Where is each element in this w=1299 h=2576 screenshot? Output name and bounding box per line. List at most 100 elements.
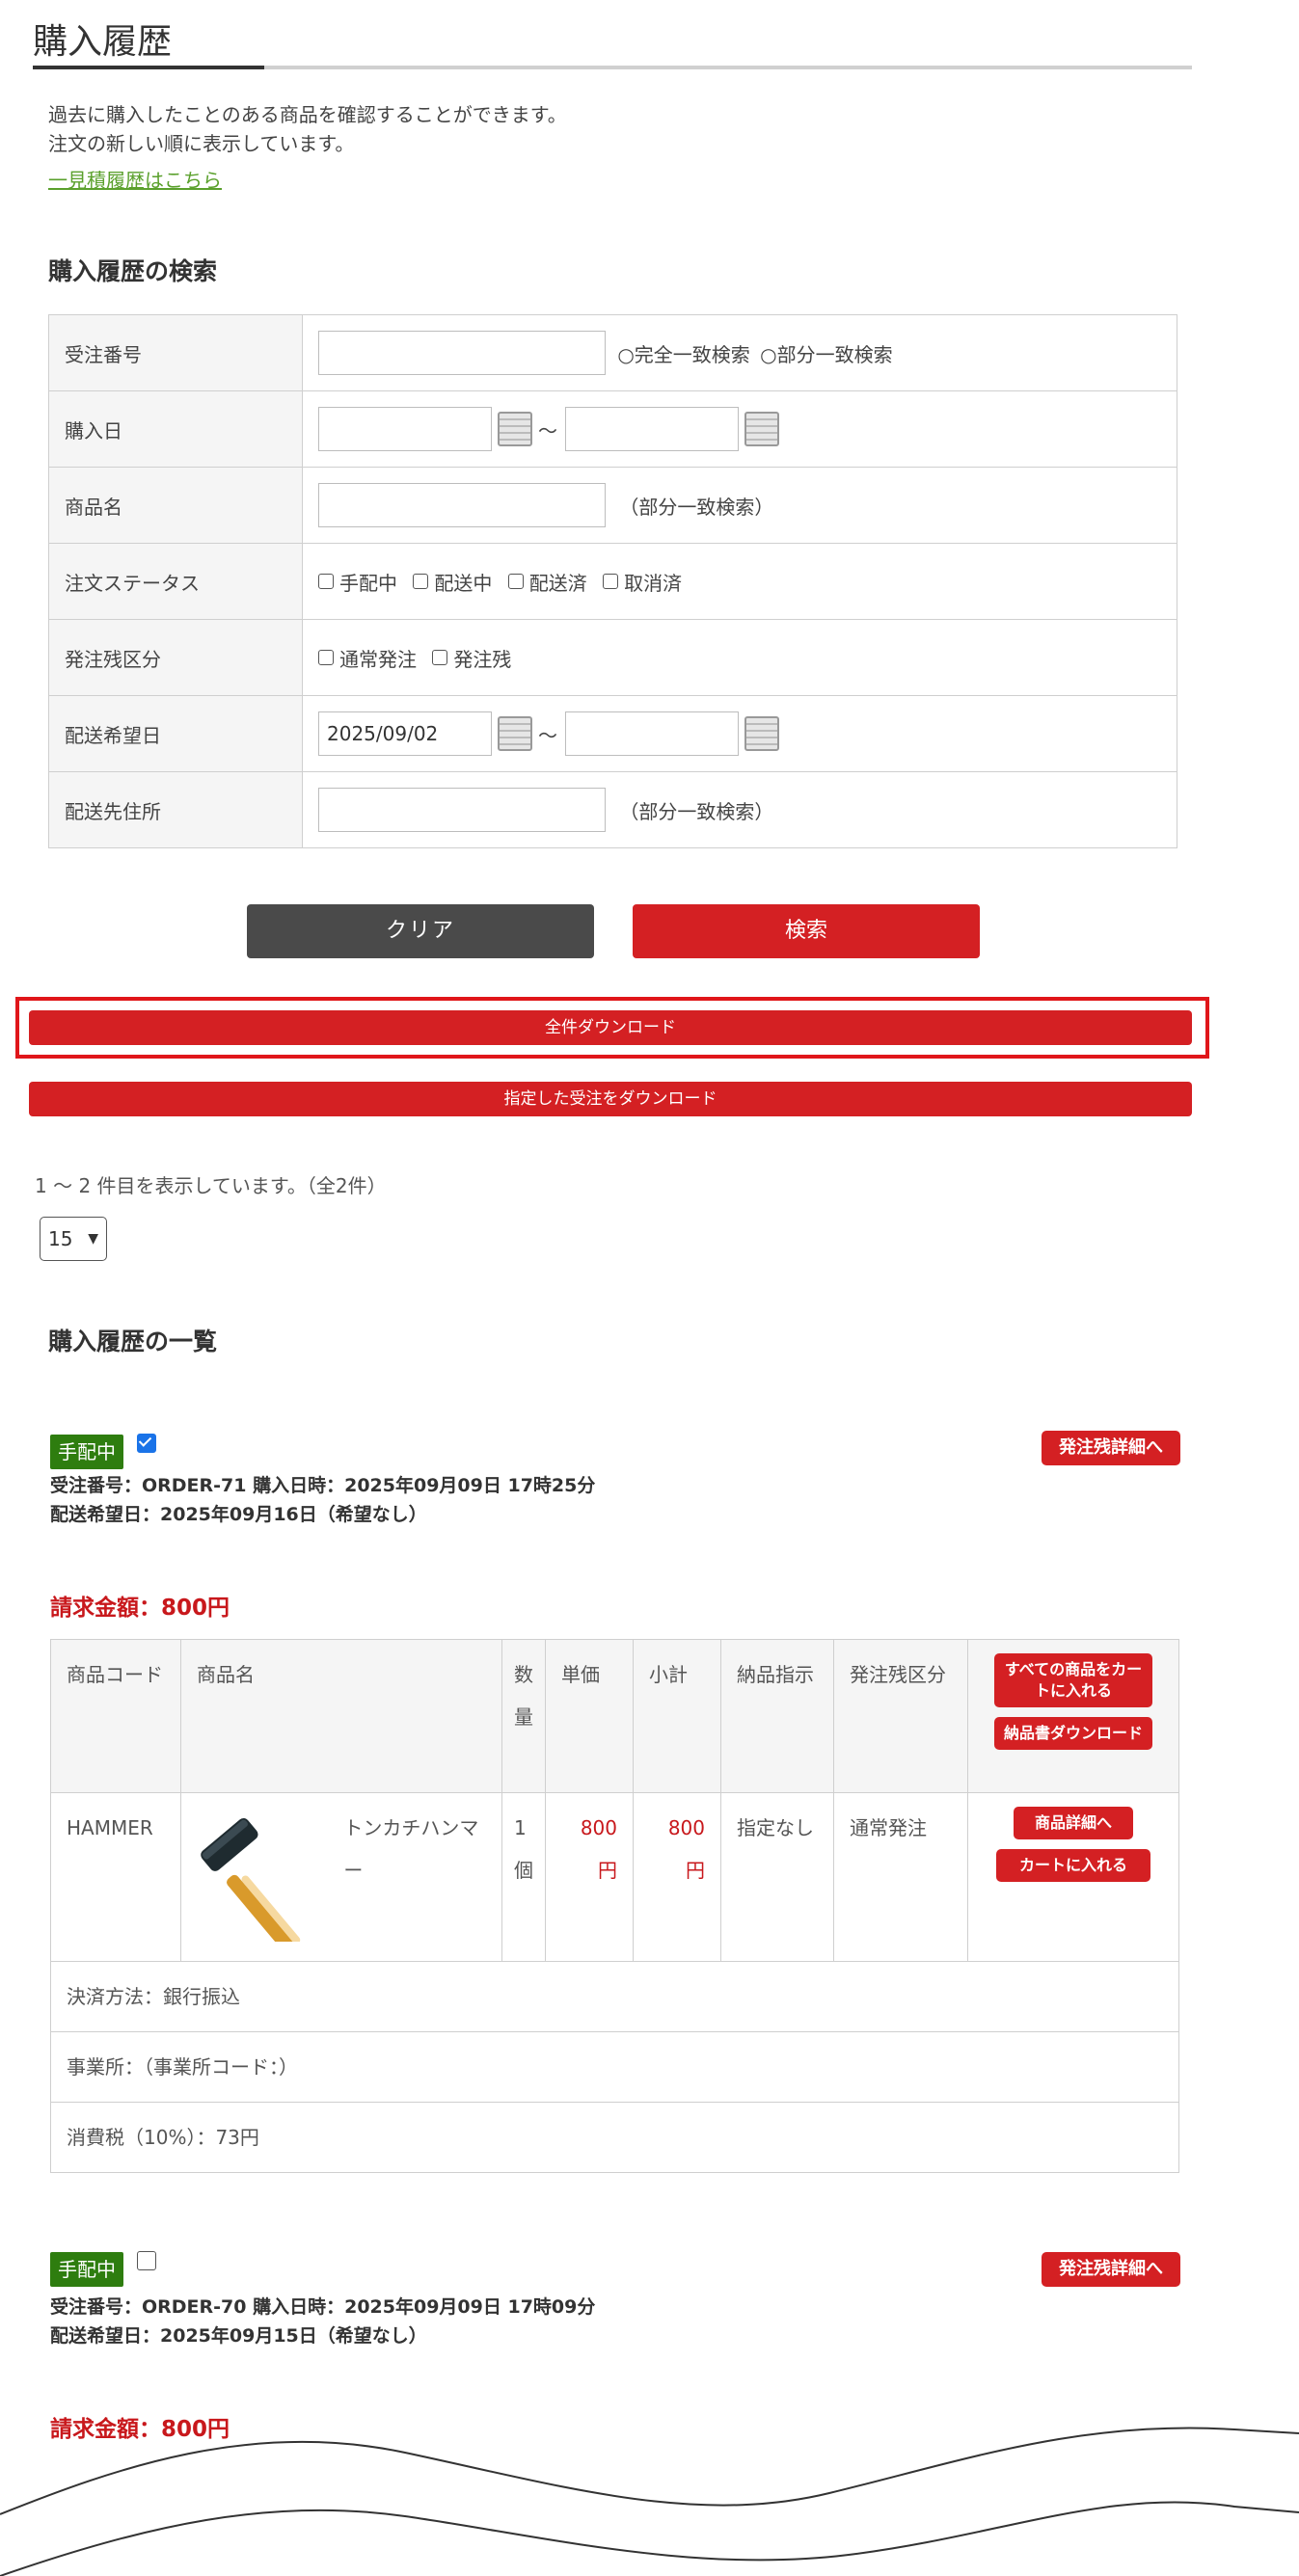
backorder-type-label: 発注残区分 [48,619,303,696]
status-shipping-label: 配送中 [434,571,493,595]
tax-row: 消費税（10%）：73円 [50,2102,1179,2173]
product-name-input[interactable] [318,483,606,527]
search-form: 受注番号 ○完全一致検索 ○部分一致検索 購入日 ～ 商品名 （部分一致検索） … [48,314,1177,848]
office-row: 事業所：（事業所コード：） [50,2031,1179,2103]
hammer-product-image[interactable] [197,1807,332,1942]
consumption-tax: 消費税（10%）：73円 [50,2102,1179,2173]
item-code: HAMMER [50,1792,181,1962]
table-header-row: 商品コード 商品名 数量 単価 小計 納品指示 発注残区分 すべての商品をカート… [50,1639,1179,1793]
per-page-value: 15 [48,1227,73,1250]
status-badge: 手配中 [50,2252,123,2287]
purchase-date-label: 購入日 [48,390,303,468]
calendar-icon[interactable] [498,412,532,446]
delivery-date-from-input[interactable]: 2025/09/02 [318,711,492,756]
backorder-label: 発注残 [453,647,512,671]
order-number-line: 受注番号：ORDER-70 購入日時：2025年09月09日 17時09分 [50,2296,596,2318]
purchase-date-to-input[interactable] [565,407,739,451]
chevron-down-icon: ▼ [88,1231,98,1247]
order-status-label: 注文ステータス [48,543,303,620]
delivery-date-line: 配送希望日：2025年09月15日（希望なし） [50,2325,427,2347]
search-button[interactable]: 検索 [633,904,980,958]
product-detail-button[interactable]: 商品詳細へ [1014,1807,1133,1839]
wavy-crop-divider [0,2427,1299,2576]
estimate-history-link[interactable]: 一見積履歴はこちら [48,166,567,195]
order-number-label: 受注番号 [48,314,303,391]
download-all-button[interactable]: 全件ダウンロード [29,1010,1192,1045]
download-selected-button[interactable]: 指定した受注をダウンロード [29,1082,1192,1116]
calendar-icon[interactable] [744,412,779,446]
add-all-to-cart-button[interactable]: すべての商品をカートに入れる [994,1653,1152,1707]
col-product-code: 商品コード [50,1639,181,1793]
search-heading: 購入履歴の検索 [48,257,218,285]
range-tilde: ～ [538,723,557,747]
office-info: 事業所：（事業所コード：） [50,2031,1179,2103]
intro-line-2: 注文の新しい順に表示しています。 [48,132,355,155]
item-subtotal: 800円 [633,1792,721,1962]
status-delivered-checkbox[interactable] [507,574,524,589]
item-backorder-type: 通常発注 [833,1792,968,1962]
payment-row: 決済方法：銀行振込 [50,1961,1179,2032]
order-number-input[interactable] [318,331,606,375]
intro-text: 過去に購入したことのある商品を確認することができます。 注文の新しい順に表示して… [48,100,567,195]
order-number-line: 受注番号：ORDER-71 購入日時：2025年09月09日 17時25分 [50,1475,596,1496]
search-row-address: 配送先住所 （部分一致検索） [48,771,1177,848]
delivery-date-label: 配送希望日 [48,695,303,772]
address-input[interactable] [318,788,606,832]
status-badge: 手配中 [50,1435,123,1469]
status-cancelled-label: 取消済 [624,571,683,595]
order-select-checkbox[interactable] [137,1433,156,1453]
calendar-icon[interactable] [498,716,532,751]
calendar-icon[interactable] [744,716,779,751]
search-row-product-name: 商品名 （部分一致検索） [48,467,1177,544]
search-row-delivery-date: 配送希望日 2025/09/02 ～ [48,695,1177,772]
item-quantity: 1個 [501,1792,546,1962]
checkbox-empty-icon [137,2250,156,2270]
result-count: 1 ～ 2 件目を表示しています。（全2件） [35,1174,387,1197]
page-title: 購入履歴 [33,22,173,62]
search-row-backorder: 発注残区分 通常発注 発注残 [48,619,1177,696]
billing-amount: 請求金額：800円 [50,1596,230,1621]
table-row: HAMMER トンカチハンマー 1個 800円 800円 指定なし 通常発注 商… [50,1792,1179,1962]
list-heading: 購入履歴の一覧 [48,1328,218,1355]
search-row-purchase-date: 購入日 ～ [48,390,1177,468]
clear-button[interactable]: クリア [247,904,594,958]
col-product-name: 商品名 [180,1639,502,1793]
col-quantity: 数量 [501,1639,546,1793]
status-shipping-checkbox[interactable] [413,574,429,589]
purchase-date-from-input[interactable] [318,407,492,451]
row-actions: 商品詳細へ カートに入れる [967,1792,1179,1962]
order-select-checkbox[interactable] [137,2250,156,2270]
col-subtotal: 小計 [633,1639,721,1793]
backorder-detail-button[interactable]: 発注残詳細へ [1042,2252,1180,2287]
backorder-detail-button[interactable]: 発注残詳細へ [1042,1431,1180,1465]
delivery-date-to-input[interactable] [565,711,739,756]
checkbox-checked-icon [137,1433,156,1453]
payment-method: 決済方法：銀行振込 [50,1961,1179,2032]
item-name: トンカチハンマー [343,1816,479,1882]
order-meta: 受注番号：ORDER-70 購入日時：2025年09月09日 17時09分 配送… [50,2293,595,2350]
status-arranging-label: 手配中 [339,571,397,595]
order-meta: 受注番号：ORDER-71 購入日時：2025年09月09日 17時25分 配送… [50,1471,595,1529]
search-row-status: 注文ステータス 手配中 配送中 配送済 取消済 [48,543,1177,620]
status-cancelled-checkbox[interactable] [603,574,619,589]
item-delivery-instruction: 指定なし [720,1792,834,1962]
partial-match-radio[interactable]: ○部分一致検索 [760,343,892,366]
status-arranging-checkbox[interactable] [318,574,334,589]
range-tilde: ～ [538,418,557,443]
header-actions: すべての商品をカートに入れる 納品書ダウンロード [967,1639,1179,1793]
item-name-cell: トンカチハンマー [180,1792,502,1962]
title-divider-accent [33,66,264,69]
per-page-select[interactable]: 15 ▼ [40,1217,107,1261]
invoice-download-button[interactable]: 納品書ダウンロード [994,1717,1152,1750]
delivery-date-line: 配送希望日：2025年09月16日（希望なし） [50,1504,427,1525]
order-items-table: 商品コード 商品名 数量 単価 小計 納品指示 発注残区分 すべての商品をカート… [50,1639,1179,2173]
product-name-label: 商品名 [48,467,303,544]
exact-match-radio[interactable]: ○完全一致検索 [617,343,749,366]
col-delivery-instruction: 納品指示 [720,1639,834,1793]
add-to-cart-button[interactable]: カートに入れる [996,1849,1150,1882]
address-label: 配送先住所 [48,771,303,848]
col-backorder-type: 発注残区分 [833,1639,968,1793]
backorder-checkbox[interactable] [432,650,448,665]
normal-order-checkbox[interactable] [318,650,334,665]
normal-order-label: 通常発注 [339,647,417,671]
